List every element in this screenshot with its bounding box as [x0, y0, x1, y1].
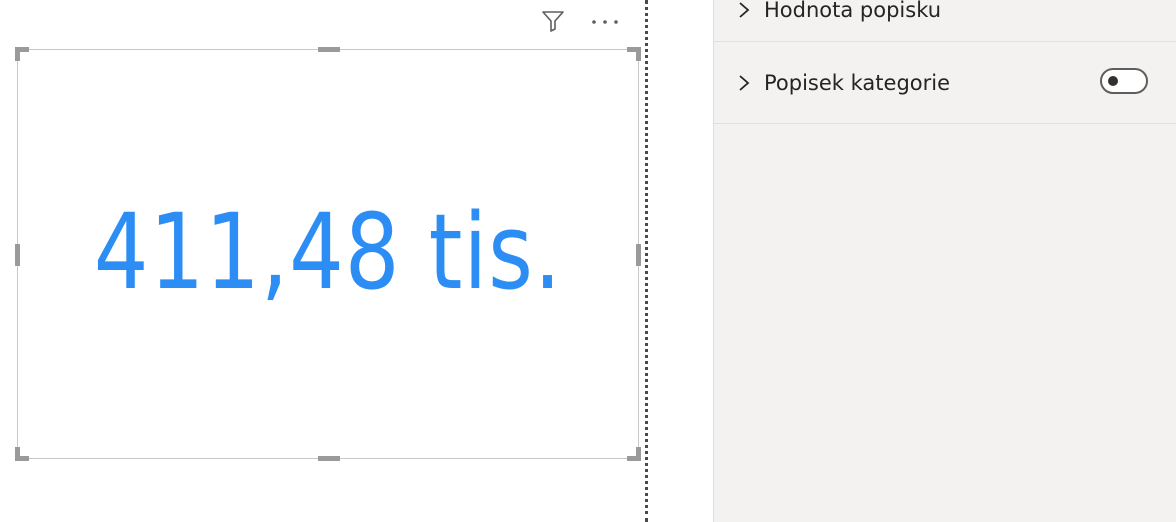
filter-icon[interactable] [540, 8, 566, 34]
resize-corner-bottom-right[interactable] [627, 447, 641, 461]
resize-handle-left[interactable] [15, 244, 20, 266]
toggle-knob [1108, 76, 1118, 86]
resize-handle-top[interactable] [318, 47, 340, 52]
card-visual[interactable]: 411,48 tis. [15, 47, 641, 461]
chevron-right-icon [736, 73, 752, 93]
section-data-label[interactable]: Hodnota popisku [714, 0, 1176, 42]
chevron-right-icon [736, 0, 752, 20]
visual-header [540, 8, 622, 34]
report-canvas: 411,48 tis. [0, 0, 650, 522]
resize-handle-right[interactable] [636, 244, 641, 266]
resize-corner-top-right[interactable] [627, 47, 641, 61]
category-label-toggle[interactable] [1100, 68, 1148, 94]
more-options-icon[interactable] [588, 8, 622, 34]
resize-handle-bottom[interactable] [318, 456, 340, 461]
resize-corner-bottom-left[interactable] [15, 447, 29, 461]
section-category-label[interactable]: Popisek kategorie [714, 42, 1176, 124]
section-label: Hodnota popisku [764, 0, 942, 22]
section-label: Popisek kategorie [764, 70, 951, 95]
format-pane: Hodnota popisku Popisek kategorie [713, 0, 1176, 522]
resize-corner-top-left[interactable] [15, 47, 29, 61]
card-value: 411,48 tis. [93, 191, 563, 313]
canvas-edge [645, 0, 648, 522]
